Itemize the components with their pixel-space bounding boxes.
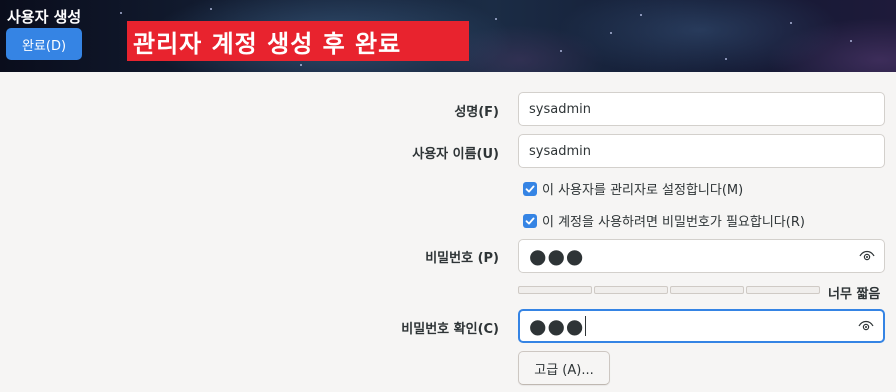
strength-segment	[746, 286, 820, 294]
confirm-password-label: 비밀번호 확인(C)	[401, 322, 499, 337]
password-strength-label: 너무 짧음	[828, 287, 881, 302]
username-input[interactable]: sysadmin	[518, 134, 885, 168]
header-bar: 사용자 생성 완료(D) 관리자 계정 생성 후 완료	[0, 0, 896, 72]
star	[560, 50, 562, 52]
strength-segment	[594, 286, 668, 294]
star	[610, 32, 612, 34]
star	[120, 12, 122, 14]
require-password-checkbox-label: 이 계정을 사용하려면 비밀번호가 필요합니다(R)	[542, 215, 805, 230]
confirm-password-input[interactable]: ●●●	[518, 309, 885, 343]
require-password-checkbox[interactable]	[523, 213, 537, 228]
confirm-password-dots: ●●●	[529, 314, 585, 338]
admin-checkbox-label: 이 사용자를 관리자로 설정합니다(M)	[542, 183, 744, 198]
advanced-button[interactable]: 고급 (A)...	[518, 351, 610, 385]
password-dots: ●●●	[529, 244, 585, 268]
star	[210, 8, 212, 10]
strength-segment	[670, 286, 744, 294]
star	[495, 18, 497, 20]
fullname-input[interactable]: sysadmin	[518, 92, 885, 126]
star	[790, 22, 792, 24]
fullname-label: 성명(F)	[454, 105, 499, 120]
checkmark-icon	[525, 185, 535, 192]
star	[725, 58, 727, 60]
password-strength-meter	[518, 286, 820, 294]
strength-segment	[518, 286, 592, 294]
username-label: 사용자 이름(U)	[412, 147, 499, 162]
admin-checkbox-row[interactable]: 이 사용자를 관리자로 설정합니다(M)	[523, 179, 743, 198]
text-caret	[585, 316, 587, 336]
annotation-banner: 관리자 계정 생성 후 완료	[127, 21, 469, 61]
checkmark-icon	[525, 217, 535, 224]
username-value: sysadmin	[529, 143, 591, 159]
eye-icon[interactable]	[858, 318, 874, 334]
password-input[interactable]: ●●●	[518, 239, 885, 273]
eye-icon[interactable]	[859, 248, 875, 264]
password-label: 비밀번호 (P)	[425, 251, 499, 266]
require-password-checkbox-row[interactable]: 이 계정을 사용하려면 비밀번호가 필요합니다(R)	[523, 211, 805, 230]
fullname-value: sysadmin	[529, 101, 591, 117]
admin-checkbox[interactable]	[523, 181, 537, 196]
done-button[interactable]: 완료(D)	[6, 28, 82, 60]
star	[300, 64, 302, 66]
window-title: 사용자 생성	[7, 8, 82, 26]
star	[640, 14, 642, 16]
star	[850, 40, 852, 42]
